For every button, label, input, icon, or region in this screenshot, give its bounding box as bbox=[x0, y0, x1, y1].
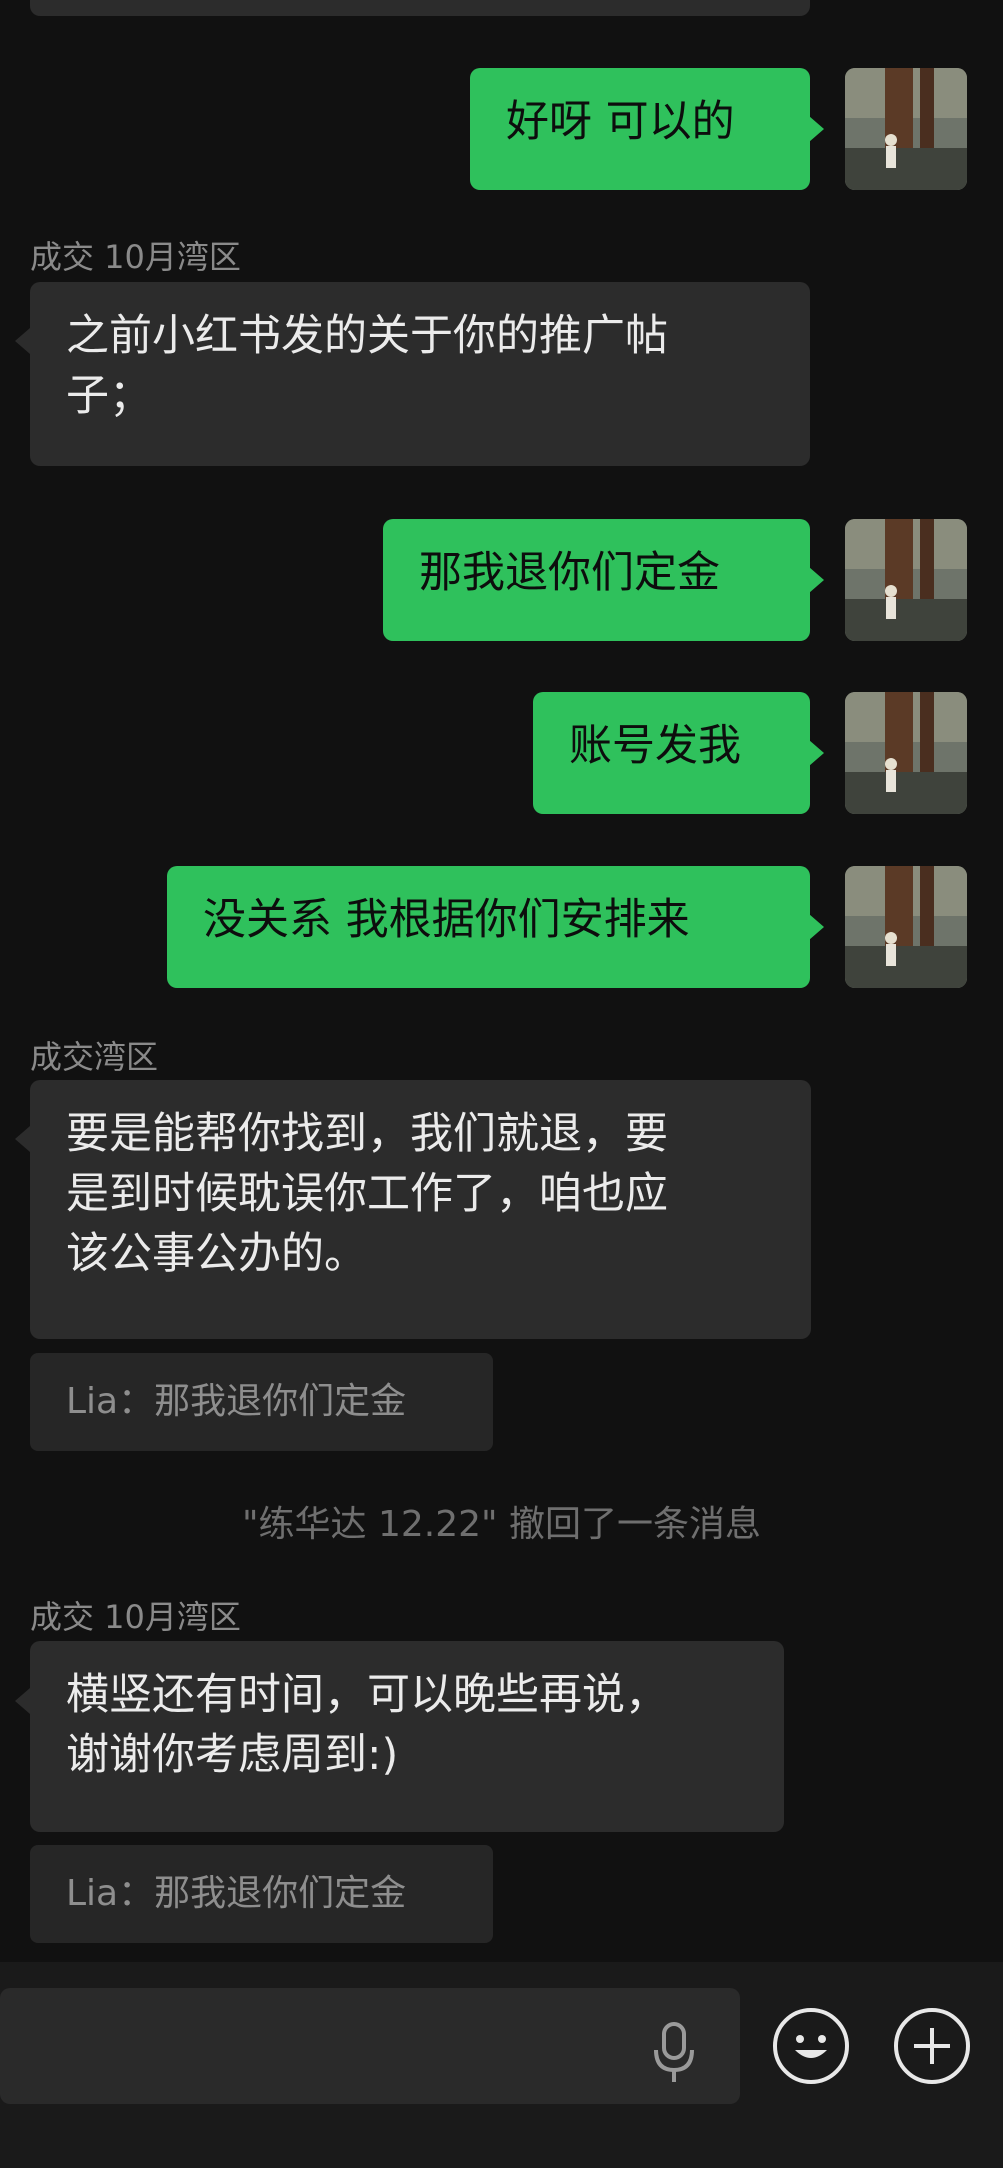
avatar-photo bbox=[845, 519, 967, 641]
quoted-message[interactable]: Lia：那我退你们定金 bbox=[30, 1845, 493, 1943]
my-avatar[interactable] bbox=[845, 519, 967, 641]
message-bubble-outgoing[interactable]: 好呀 可以的 bbox=[470, 68, 810, 190]
recall-notice: "练华达 12.22" 撤回了一条消息 bbox=[241, 1504, 762, 1545]
avatar-photo bbox=[845, 68, 967, 190]
my-avatar[interactable] bbox=[845, 692, 967, 814]
sender-name: 成交 10月湾区 bbox=[30, 238, 241, 276]
my-avatar[interactable] bbox=[845, 68, 967, 190]
message-bubble-outgoing[interactable]: 账号发我 bbox=[533, 692, 810, 814]
sender-name: 成交湾区 bbox=[30, 1038, 159, 1076]
message-bubble-outgoing[interactable]: 没关系 我根据你们安排来 bbox=[167, 866, 810, 988]
avatar-photo bbox=[845, 692, 967, 814]
message-bubble-incoming[interactable]: 横竖还有时间，可以晚些再说， 谢谢你考虑周到:) bbox=[30, 1641, 784, 1832]
sender-name: 成交 10月湾区 bbox=[30, 1598, 241, 1636]
plus-icon[interactable] bbox=[894, 2008, 970, 2084]
message-bubble-incoming[interactable]: 要是能帮你找到，我们就退，要 是到时候耽误你工作了，咱也应 该公事公办的。 bbox=[30, 1080, 811, 1339]
my-avatar[interactable] bbox=[845, 866, 967, 988]
message-bubble-incoming[interactable]: 之前小红书发的关于你的推广帖 子； bbox=[30, 282, 810, 466]
message-input[interactable] bbox=[0, 1988, 740, 2104]
message-bubble-outgoing[interactable]: 那我退你们定金 bbox=[383, 519, 810, 641]
microphone-icon[interactable] bbox=[648, 2022, 700, 2084]
emoji-icon[interactable] bbox=[773, 2008, 849, 2084]
previous-message-bubble bbox=[30, 0, 810, 16]
quoted-message[interactable]: Lia：那我退你们定金 bbox=[30, 1353, 493, 1451]
avatar-photo bbox=[845, 866, 967, 988]
